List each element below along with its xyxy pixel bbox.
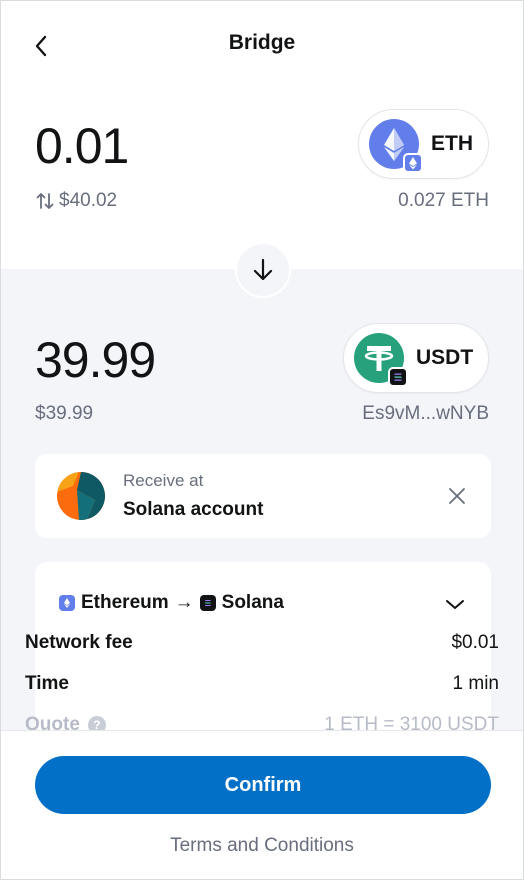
chevron-down-icon [446, 600, 464, 609]
switch-tokens-button[interactable] [235, 242, 291, 298]
time-value: 1 min [452, 673, 499, 694]
destination-token-symbol: USDT [416, 346, 474, 369]
destination-address: Es9vM...wNYB [362, 403, 489, 424]
route-arrow: → [174, 592, 194, 613]
bridge-screen: Bridge 0.01 $40.02 ETH 0.027 ETH 39.99 $… [0, 0, 524, 880]
account-avatar [57, 472, 105, 520]
time-row: Time 1 min [25, 673, 499, 695]
eth-icon [369, 119, 423, 173]
solana-network-icon [199, 595, 216, 611]
page-title: Bridge [228, 31, 296, 54]
network-fee-value: $0.01 [451, 632, 499, 653]
ethereum-network-badge-icon [403, 153, 423, 173]
remove-account-button[interactable] [447, 486, 467, 506]
source-fiat-text: $40.02 [59, 190, 118, 211]
receive-account-card[interactable]: Receive at Solana account [35, 454, 491, 538]
ethereum-network-icon [59, 595, 75, 611]
route-to-network: Solana [221, 592, 284, 613]
source-amount-input[interactable]: 0.01 [35, 117, 129, 175]
expand-details-button[interactable] [443, 594, 467, 614]
down-arrow-icon [253, 258, 273, 281]
confirm-button[interactable]: Confirm [35, 756, 491, 814]
time-label: Time [25, 673, 70, 694]
usdt-icon [354, 333, 408, 387]
receive-account-name: Solana account [123, 499, 264, 520]
destination-token-selector[interactable]: USDT [343, 323, 489, 393]
route-summary: Ethereum → Solana [59, 592, 284, 614]
source-token-selector[interactable]: ETH [358, 109, 489, 179]
terms-link[interactable]: Terms and Conditions [1, 835, 523, 857]
network-fee-row: Network fee $0.01 [25, 632, 499, 654]
route-from-network: Ethereum [81, 592, 169, 613]
footer: Confirm Terms and Conditions [1, 730, 523, 879]
solana-network-badge-icon [388, 367, 408, 387]
destination-amount: 39.99 [35, 332, 156, 388]
header: Bridge [1, 1, 523, 91]
source-balance: 0.027 ETH [398, 190, 489, 211]
source-fiat-value[interactable]: $40.02 [35, 190, 117, 212]
receive-label: Receive at [123, 471, 204, 490]
swap-arrows-icon [36, 193, 54, 209]
source-token-symbol: ETH [431, 132, 473, 155]
close-icon [449, 488, 465, 504]
network-fee-label: Network fee [25, 632, 133, 653]
destination-fiat-value: $39.99 [35, 403, 94, 424]
